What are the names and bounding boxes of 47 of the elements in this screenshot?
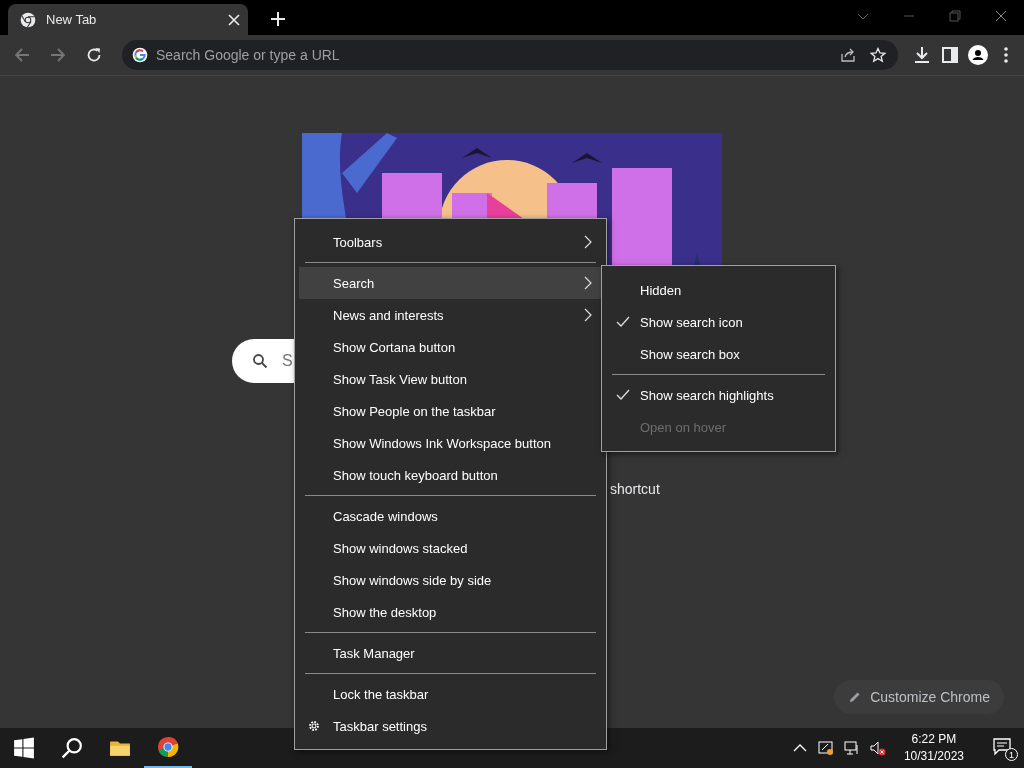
menu-item[interactable]: Show windows side by side <box>299 564 602 596</box>
download-icon[interactable] <box>912 45 932 65</box>
menu-item[interactable]: Toolbars <box>299 226 602 258</box>
menu-item[interactable]: News and interests <box>299 299 602 331</box>
clock-date: 10/31/2023 <box>903 748 964 765</box>
menu-item[interactable]: Taskbar settings <box>299 710 602 742</box>
search-icon <box>61 737 83 759</box>
volume-muted-icon[interactable] <box>869 740 886 756</box>
share-icon[interactable] <box>840 47 856 63</box>
google-g-icon <box>132 47 148 63</box>
search-icon <box>252 353 268 369</box>
menu-item[interactable]: Lock the taskbar <box>299 678 602 710</box>
address-bar[interactable]: Search Google or type a URL <box>122 40 898 70</box>
plus-icon[interactable] <box>270 11 286 27</box>
network-icon[interactable] <box>843 740 860 756</box>
menu-item[interactable]: Show touch keyboard button <box>299 459 602 491</box>
notification-badge: 1 <box>1005 748 1018 761</box>
menu-item[interactable]: Cascade windows <box>299 500 602 532</box>
menu-item[interactable]: Show the desktop <box>299 596 602 628</box>
gear-icon <box>307 719 321 733</box>
profile-icon[interactable] <box>968 45 988 65</box>
menu-item[interactable]: Show Cortana button <box>299 331 602 363</box>
side-panel-icon[interactable] <box>940 45 960 65</box>
chrome-icon <box>157 736 179 758</box>
browser-tab[interactable]: New Tab <box>8 4 248 35</box>
shortcut-label: shortcut <box>610 481 660 497</box>
menu-item[interactable]: Show search highlights <box>606 379 831 411</box>
menu-item[interactable]: Show search box <box>606 338 831 370</box>
device-icon[interactable] <box>817 740 834 756</box>
clock-time: 6:22 PM <box>911 731 957 748</box>
close-icon[interactable] <box>228 13 240 26</box>
menu-item[interactable]: Show windows stacked <box>299 532 602 564</box>
pencil-icon <box>848 690 863 704</box>
windows-icon <box>13 737 35 759</box>
notification-icon[interactable] <box>992 736 1012 756</box>
clock[interactable]: 6:22 PM 10/31/2023 <box>903 731 964 765</box>
menu-item[interactable]: Show search icon <box>606 306 831 338</box>
menu-item[interactable]: Show Task View button <box>299 363 602 395</box>
menu-item[interactable]: Task Manager <box>299 637 602 669</box>
menu-item[interactable]: Show Windows Ink Workspace button <box>299 427 602 459</box>
star-icon[interactable] <box>870 47 886 63</box>
menu-item[interactable]: Search <box>299 267 602 299</box>
customize-button[interactable]: Customize Chrome <box>834 680 1004 714</box>
menu-item[interactable]: Show People on the taskbar <box>299 395 602 427</box>
tab-title: New Tab <box>46 12 98 27</box>
chrome-icon <box>20 11 36 28</box>
menu-item[interactable]: Hidden <box>606 274 831 306</box>
